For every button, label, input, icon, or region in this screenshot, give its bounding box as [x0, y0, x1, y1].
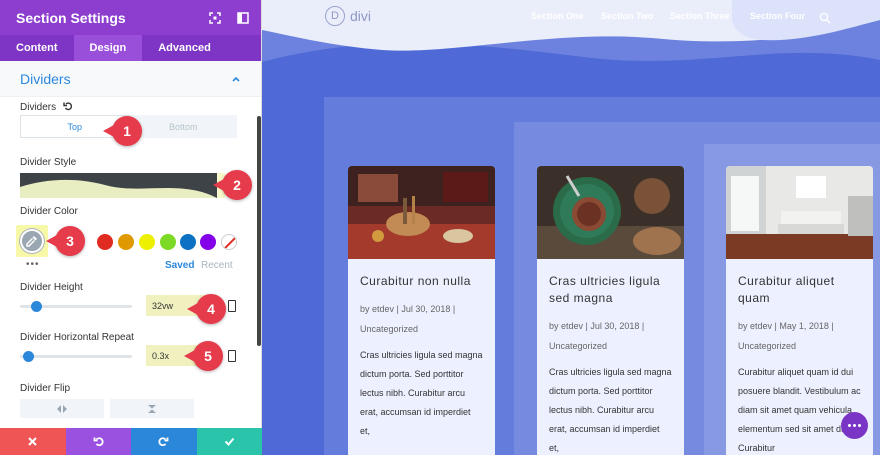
section-title: Dividers — [20, 70, 71, 87]
divider-style-label: Divider Style — [20, 157, 77, 168]
tab-advanced[interactable]: Advanced — [142, 35, 227, 61]
more-options-button[interactable] — [841, 412, 868, 439]
eyedropper-button[interactable] — [20, 229, 44, 253]
eyedropper-icon — [26, 236, 37, 247]
card-title[interactable]: Cras ultricies ligula sed magna — [549, 273, 672, 307]
discard-button[interactable] — [0, 428, 66, 455]
tab-design[interactable]: Design — [73, 35, 143, 61]
close-icon — [28, 437, 37, 446]
dot-icon — [858, 424, 861, 427]
expand-icon[interactable] — [209, 11, 221, 24]
undo-button[interactable] — [65, 428, 131, 455]
panel-title: Section Settings — [16, 9, 126, 26]
flip-vertical-icon — [148, 404, 156, 413]
card-meta: by etdev | May 1, 2018 | Uncategorized — [738, 321, 834, 351]
divider-repeat-label: Divider Horizontal Repeat — [20, 332, 134, 343]
search-icon[interactable] — [819, 11, 831, 24]
card-image[interactable] — [348, 166, 495, 259]
undo-icon — [93, 437, 104, 447]
swatch-blue[interactable] — [180, 234, 196, 250]
card-title[interactable]: Curabitur aliquet quam — [738, 273, 861, 307]
card-excerpt: Cras ultricies ligula sed magna dictum p… — [360, 350, 483, 436]
nav-section-four[interactable]: Section Four — [750, 11, 805, 21]
section-settings-panel: Section Settings Content Design Advanced… — [0, 0, 262, 455]
dividers-label: Dividers — [20, 101, 73, 113]
more-dots[interactable]: ••• — [26, 259, 40, 270]
dot-icon — [853, 424, 856, 427]
blog-card[interactable]: Curabitur non nulla by etdev | Jul 30, 2… — [348, 166, 495, 455]
panel-footer — [0, 428, 262, 455]
saved-colors-tab[interactable]: Saved — [165, 260, 194, 271]
card-title[interactable]: Curabitur non nulla — [360, 273, 483, 290]
builder-screen: Section Settings Content Design Advanced… — [0, 0, 880, 455]
card-meta: by etdev | Jul 30, 2018 | Uncategorized — [549, 321, 645, 351]
reset-icon[interactable] — [63, 101, 73, 111]
flip-horizontal-icon — [57, 404, 67, 413]
swatch-red[interactable] — [97, 234, 113, 250]
nav-section-one[interactable]: Section One — [531, 11, 584, 21]
redo-icon — [158, 437, 169, 447]
blog-card[interactable]: Cras ultricies ligula sed magna by etdev… — [537, 166, 684, 455]
divider-height-knob[interactable] — [31, 301, 43, 312]
swatch-green[interactable] — [160, 234, 176, 250]
dot-icon — [848, 424, 851, 427]
save-button[interactable] — [196, 428, 262, 455]
divider-flip-label: Divider Flip — [20, 383, 71, 394]
sidebar-toggle-icon[interactable] — [237, 11, 249, 24]
callout-4: 4 — [187, 294, 226, 324]
card-image[interactable] — [537, 166, 684, 259]
flip-vertical-button[interactable] — [110, 399, 194, 418]
callout-1: 1 — [103, 116, 142, 146]
divider-height-slider[interactable] — [20, 301, 132, 312]
responsive-phone-icon[interactable] — [228, 300, 236, 312]
divider-color-label: Divider Color — [20, 206, 78, 217]
callout-2: 2 — [213, 170, 252, 200]
logo-text: divi — [350, 8, 372, 24]
site-logo[interactable]: D divi — [325, 6, 371, 26]
swatch-none[interactable] — [221, 234, 237, 250]
scrollbar[interactable] — [257, 116, 261, 346]
nav-section-two[interactable]: Section Two — [601, 11, 653, 21]
redo-button[interactable] — [131, 428, 197, 455]
responsive-phone-icon[interactable] — [228, 350, 236, 362]
divider-style-select[interactable] — [20, 173, 217, 198]
dividers-toggle[interactable]: Dividers — [0, 61, 261, 97]
settings-tabs: Content Design Advanced — [0, 35, 261, 61]
divider-repeat-slider[interactable] — [20, 351, 132, 362]
divider-wave-preview — [20, 173, 217, 198]
divider-height-label: Divider Height — [20, 282, 83, 293]
tab-content[interactable]: Content — [0, 35, 74, 61]
recent-colors-tab[interactable]: Recent — [201, 260, 233, 271]
swatch-purple[interactable] — [200, 234, 216, 250]
callout-5: 5 — [184, 341, 223, 371]
card-image[interactable] — [726, 166, 873, 259]
site-preview: D divi Section One Section Two Section T… — [262, 0, 880, 455]
placement-bottom[interactable]: Bottom — [130, 115, 238, 138]
swatch-yellow[interactable] — [139, 234, 155, 250]
flip-horizontal-button[interactable] — [20, 399, 104, 418]
swatch-orange[interactable] — [118, 234, 134, 250]
chevron-up-icon — [232, 76, 240, 82]
panel-header: Section Settings — [0, 0, 261, 35]
nav-section-three[interactable]: Section Three — [670, 11, 730, 21]
logo-mark: D — [325, 6, 345, 26]
color-picker[interactable] — [16, 225, 48, 257]
check-icon — [224, 437, 235, 446]
card-excerpt: Curabitur aliquet quam id dui posuere bl… — [738, 367, 861, 453]
card-meta: by etdev | Jul 30, 2018 | Uncategorized — [360, 304, 456, 334]
card-excerpt: Cras ultricies ligula sed magna dictum p… — [549, 367, 672, 453]
dividers-label-text: Dividers — [20, 102, 57, 113]
callout-3: 3 — [46, 226, 85, 256]
divider-repeat-knob[interactable] — [23, 351, 35, 362]
